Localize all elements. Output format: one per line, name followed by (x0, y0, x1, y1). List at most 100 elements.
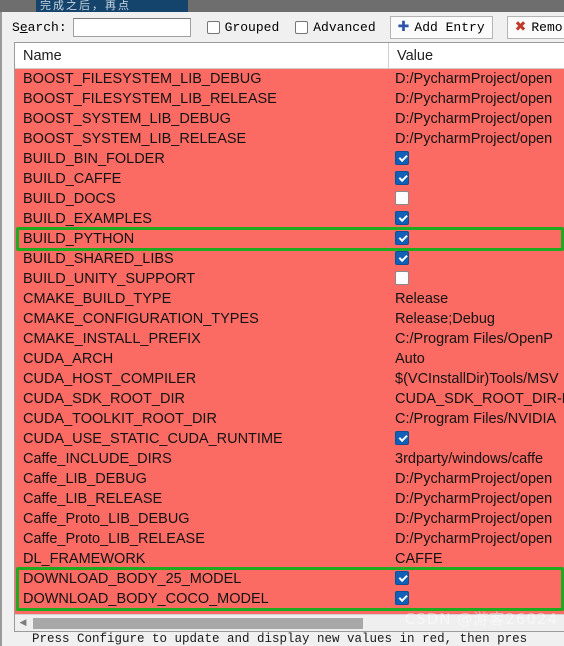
table-row[interactable]: Caffe_LIB_RELEASE D:/PycharmProject/open (15, 489, 564, 509)
cell-value[interactable]: D:/PycharmProject/open (389, 91, 564, 107)
cell-name: BUILD_CAFFE (23, 171, 122, 187)
cell-name: CUDA_SDK_ROOT_DIR (23, 391, 185, 407)
cell-name: DOWNLOAD_BODY_25_MODEL (23, 571, 242, 587)
cell-value[interactable]: CAFFE (389, 551, 564, 567)
cell-value[interactable]: C:/Program Files/NVIDIA (389, 411, 564, 427)
cell-name: CMAKE_BUILD_TYPE (23, 291, 172, 307)
cell-value[interactable]: D:/PycharmProject/open (389, 131, 564, 147)
checkbox-checked-icon[interactable] (395, 151, 409, 165)
cache-entry-table: Name Value BOOST_FILESYSTEM_LIB_DEBUG D:/… (14, 42, 564, 632)
cell-value[interactable] (389, 571, 564, 587)
search-label: Search: (12, 19, 67, 35)
cell-name: BUILD_SHARED_LIBS (23, 251, 174, 267)
cell-name: CMAKE_INSTALL_PREFIX (23, 331, 201, 347)
cell-value[interactable]: Release;Debug (389, 311, 564, 327)
cell-value[interactable] (389, 171, 564, 187)
cell-value[interactable] (389, 591, 564, 607)
table-row[interactable]: BOOST_SYSTEM_LIB_RELEASE D:/PycharmProjec… (15, 129, 564, 149)
checkbox-checked-icon[interactable] (395, 251, 409, 265)
cell-name: BOOST_SYSTEM_LIB_DEBUG (23, 111, 231, 127)
table-row[interactable]: BUILD_PYTHON (15, 229, 564, 249)
checkbox-unchecked-icon[interactable] (395, 271, 409, 285)
search-input[interactable] (72, 17, 191, 37)
checkbox-checked-icon[interactable] (395, 591, 409, 605)
cell-value[interactable] (389, 211, 564, 227)
cmake-gui-window: Search: Grouped Advanced ✚ Add Entry ✖ R… (0, 12, 564, 646)
cell-value[interactable]: D:/PycharmProject/open (389, 471, 564, 487)
cell-value[interactable]: Auto (389, 351, 564, 367)
table-row[interactable]: Caffe_Proto_LIB_RELEASE D:/PycharmProject… (15, 529, 564, 549)
checkbox-checked-icon[interactable] (395, 231, 409, 245)
cell-value[interactable]: D:/PycharmProject/open (389, 491, 564, 507)
cell-name: Caffe_LIB_DEBUG (23, 471, 147, 487)
cell-value[interactable]: Release (389, 291, 564, 307)
table-row[interactable]: Caffe_LIB_DEBUG D:/PycharmProject/open (15, 469, 564, 489)
table-row[interactable]: Caffe_INCLUDE_DIRS 3rdparty/windows/caffe (15, 449, 564, 469)
cell-value[interactable] (389, 431, 564, 447)
table-row[interactable]: CMAKE_INSTALL_PREFIX C:/Program Files/Ope… (15, 329, 564, 349)
cell-value[interactable] (389, 191, 564, 207)
checkbox-unchecked-icon[interactable] (395, 191, 409, 205)
table-row[interactable]: BOOST_SYSTEM_LIB_DEBUG D:/PycharmProject/… (15, 109, 564, 129)
table-row[interactable]: BUILD_CAFFE (15, 169, 564, 189)
checkbox-checked-icon[interactable] (395, 431, 409, 445)
table-header: Name Value (15, 43, 564, 69)
table-row[interactable]: BUILD_BIN_FOLDER (15, 149, 564, 169)
table-row[interactable]: CMAKE_CONFIGURATION_TYPES Release;Debug (15, 309, 564, 329)
cell-value[interactable] (389, 251, 564, 267)
add-entry-button[interactable]: ✚ Add Entry (389, 15, 493, 39)
table-row[interactable]: CUDA_HOST_COMPILER $(VCInstallDir)Tools/M… (15, 369, 564, 389)
cell-value[interactable] (389, 271, 564, 287)
grouped-checkbox[interactable]: Grouped (206, 20, 279, 35)
cell-value[interactable]: 3rdparty/windows/caffe (389, 451, 564, 467)
table-row[interactable]: BUILD_EXAMPLES (15, 209, 564, 229)
table-row[interactable]: BUILD_UNITY_SUPPORT (15, 269, 564, 289)
table-row[interactable]: BUILD_SHARED_LIBS (15, 249, 564, 269)
table-row[interactable]: CUDA_ARCH Auto (15, 349, 564, 369)
checkbox-checked-icon[interactable] (395, 211, 409, 225)
table-row[interactable]: CUDA_USE_STATIC_CUDA_RUNTIME (15, 429, 564, 449)
advanced-checkbox[interactable]: Advanced (295, 20, 376, 35)
table-row[interactable]: CUDA_TOOLKIT_ROOT_DIR C:/Program Files/NV… (15, 409, 564, 429)
cell-name: BUILD_BIN_FOLDER (23, 151, 165, 167)
table-row[interactable]: CUDA_SDK_ROOT_DIR CUDA_SDK_ROOT_DIR-N (15, 389, 564, 409)
table-row[interactable]: Caffe_Proto_LIB_DEBUG D:/PycharmProject/o… (15, 509, 564, 529)
cell-value[interactable]: D:/PycharmProject/open (389, 511, 564, 527)
table-row[interactable]: DL_FRAMEWORK CAFFE (15, 549, 564, 569)
cell-value[interactable]: CUDA_SDK_ROOT_DIR-N (389, 391, 564, 407)
scrollbar-thumb[interactable] (33, 617, 363, 629)
column-header-name[interactable]: Name (15, 43, 389, 68)
cell-name: CUDA_USE_STATIC_CUDA_RUNTIME (23, 431, 283, 447)
cell-name: BOOST_SYSTEM_LIB_RELEASE (23, 131, 247, 147)
cell-name: DL_FRAMEWORK (23, 551, 146, 567)
table-row[interactable]: BOOST_FILESYSTEM_LIB_RELEASE D:/PycharmPr… (15, 89, 564, 109)
table-row[interactable]: BOOST_FILESYSTEM_LIB_DEBUG D:/PycharmProj… (15, 69, 564, 89)
plus-icon: ✚ (397, 19, 410, 35)
cell-value[interactable]: $(VCInstallDir)Tools/MSV (389, 371, 564, 387)
horizontal-scrollbar[interactable]: ◀ (15, 614, 564, 631)
table-row[interactable]: CMAKE_BUILD_TYPE Release (15, 289, 564, 309)
table-row[interactable]: BUILD_DOCS (15, 189, 564, 209)
checkbox-checked-icon[interactable] (395, 571, 409, 585)
cell-name: CUDA_TOOLKIT_ROOT_DIR (23, 411, 217, 427)
scroll-left-arrow[interactable]: ◀ (15, 616, 31, 631)
cell-value[interactable] (389, 231, 564, 247)
cell-name: BOOST_FILESYSTEM_LIB_DEBUG (23, 71, 262, 87)
cell-name: BUILD_PYTHON (23, 231, 135, 247)
remove-entry-button[interactable]: ✖ Remo (506, 15, 564, 39)
cell-value[interactable]: D:/PycharmProject/open (389, 531, 564, 547)
table-row[interactable]: DOWNLOAD_BODY_25_MODEL (15, 569, 564, 589)
table-row[interactable]: DOWNLOAD_BODY_COCO_MODEL (15, 589, 564, 609)
cell-name: Caffe_Proto_LIB_DEBUG (23, 511, 190, 527)
x-icon: ✖ (514, 19, 527, 35)
column-header-value[interactable]: Value (389, 43, 564, 68)
cell-name: CUDA_ARCH (23, 351, 114, 367)
cell-value[interactable]: C:/Program Files/OpenP (389, 331, 564, 347)
cell-value[interactable]: D:/PycharmProject/open (389, 71, 564, 87)
cell-value[interactable] (389, 151, 564, 167)
status-bar: Press Configure to update and display ne… (32, 632, 528, 646)
cell-value[interactable]: D:/PycharmProject/open (389, 111, 564, 127)
checkbox-checked-icon[interactable] (395, 171, 409, 185)
cell-name: Caffe_INCLUDE_DIRS (23, 451, 172, 467)
add-entry-label: Add Entry (414, 19, 485, 35)
